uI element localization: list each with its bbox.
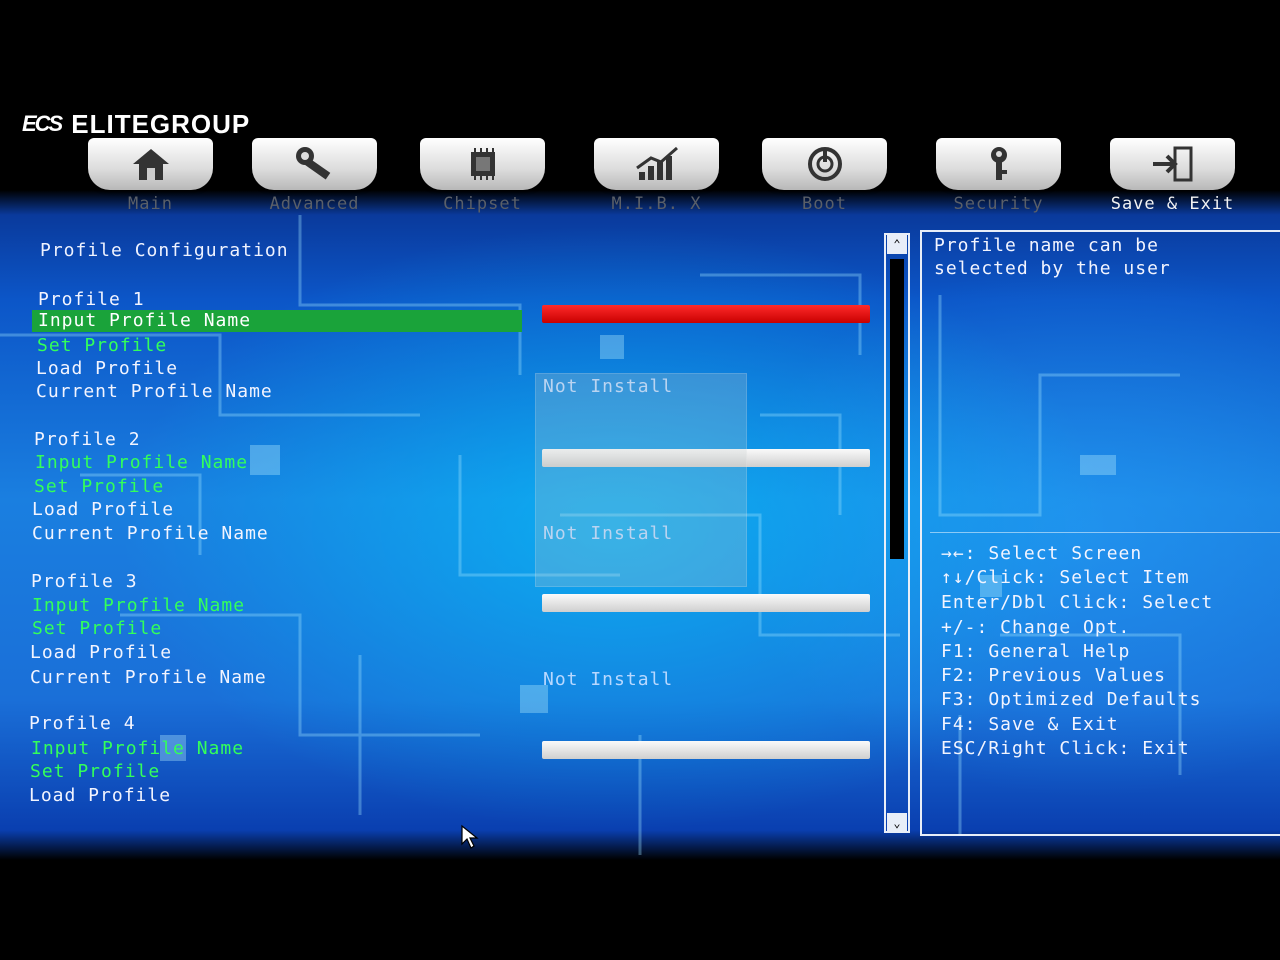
load-profile-3[interactable]: Load Profile bbox=[30, 642, 172, 663]
key-hint: +/-: Change Opt. bbox=[941, 617, 1131, 638]
home-icon bbox=[132, 149, 169, 180]
scrollbar[interactable] bbox=[884, 233, 910, 833]
profile-1-name-field[interactable] bbox=[542, 305, 870, 323]
profile-4-name-field[interactable] bbox=[542, 741, 870, 759]
mouse-pointer-icon bbox=[461, 824, 479, 849]
ecs-logo-mark: ECS bbox=[22, 111, 63, 136]
help-divider bbox=[930, 532, 1280, 533]
key-hint: →←: Select Screen bbox=[941, 543, 1143, 564]
chip-icon bbox=[470, 148, 495, 180]
current-profile-2-name-label: Current Profile Name bbox=[32, 523, 269, 544]
set-profile-2[interactable]: Set Profile bbox=[34, 476, 164, 497]
scrollbar-thumb[interactable] bbox=[890, 259, 904, 559]
key-hint: Enter/Dbl Click: Select bbox=[941, 592, 1214, 613]
key-hint: ↑↓/Click: Select Item bbox=[941, 567, 1190, 588]
load-profile-2[interactable]: Load Profile bbox=[32, 499, 174, 520]
set-profile-1[interactable]: Set Profile bbox=[37, 335, 167, 356]
tab-save-exit[interactable]: Save & Exit bbox=[1100, 138, 1245, 218]
input-profile-2-name[interactable]: Input Profile Name bbox=[35, 452, 248, 473]
tab-advanced[interactable]: Advanced bbox=[242, 138, 387, 218]
profile-2-header: Profile 2 bbox=[34, 429, 141, 450]
tab-main[interactable]: Main bbox=[78, 138, 223, 218]
set-profile-4[interactable]: Set Profile bbox=[30, 761, 160, 782]
key-icon bbox=[990, 147, 1007, 180]
help-description: Profile name can be selected by the user bbox=[934, 235, 1171, 279]
bios-screen: ECS ELITEGROUP Main Advanced Chipset M.I… bbox=[0, 0, 1280, 960]
set-profile-3[interactable]: Set Profile bbox=[32, 618, 162, 639]
key-hint: ESC/Right Click: Exit bbox=[941, 738, 1190, 759]
tab-label: M.I.B. X bbox=[611, 194, 702, 214]
wrench-icon bbox=[295, 147, 330, 180]
tab-chipset[interactable]: Chipset bbox=[410, 138, 555, 218]
tab-label: Security bbox=[953, 194, 1044, 214]
tab-mib-x[interactable]: M.I.B. X bbox=[584, 138, 729, 218]
key-hint: F3: Optimized Defaults bbox=[941, 689, 1202, 710]
scroll-up-button[interactable]: ⌃ bbox=[887, 234, 907, 254]
tab-security[interactable]: Security bbox=[926, 138, 1071, 218]
profile-4-header: Profile 4 bbox=[29, 713, 136, 734]
key-hint: F2: Previous Values bbox=[941, 665, 1166, 686]
load-profile-4[interactable]: Load Profile bbox=[29, 785, 171, 806]
tab-label: Main bbox=[128, 194, 173, 214]
page-title: Profile Configuration bbox=[40, 240, 289, 261]
tab-label: Boot bbox=[802, 194, 847, 214]
tab-label: Save & Exit bbox=[1110, 194, 1235, 214]
profile-1-header: Profile 1 bbox=[38, 289, 145, 310]
load-profile-1[interactable]: Load Profile bbox=[36, 358, 178, 379]
tab-label: Advanced bbox=[269, 194, 360, 214]
tab-boot[interactable]: Boot bbox=[752, 138, 897, 218]
scroll-down-button[interactable]: ⌄ bbox=[887, 813, 907, 833]
exit-door-icon bbox=[1152, 146, 1192, 182]
performance-chart-icon bbox=[635, 146, 678, 180]
power-icon bbox=[807, 147, 842, 181]
input-profile-4-name[interactable]: Input Profile Name bbox=[31, 738, 244, 759]
input-profile-3-name[interactable]: Input Profile Name bbox=[32, 595, 245, 616]
current-profile-3-name-label: Current Profile Name bbox=[30, 667, 267, 688]
brand-name: ELITEGROUP bbox=[71, 108, 251, 139]
profile-3-current-value: Not Install bbox=[543, 669, 674, 690]
watermark-overlay bbox=[535, 373, 747, 587]
profile-3-name-field[interactable] bbox=[542, 594, 870, 612]
key-hint: F1: General Help bbox=[941, 641, 1131, 662]
input-profile-1-name[interactable]: Input Profile Name bbox=[32, 310, 522, 332]
tab-label: Chipset bbox=[443, 194, 522, 214]
key-hint: F4: Save & Exit bbox=[941, 714, 1119, 735]
current-profile-1-name-label: Current Profile Name bbox=[36, 381, 273, 402]
profile-3-header: Profile 3 bbox=[31, 571, 138, 592]
